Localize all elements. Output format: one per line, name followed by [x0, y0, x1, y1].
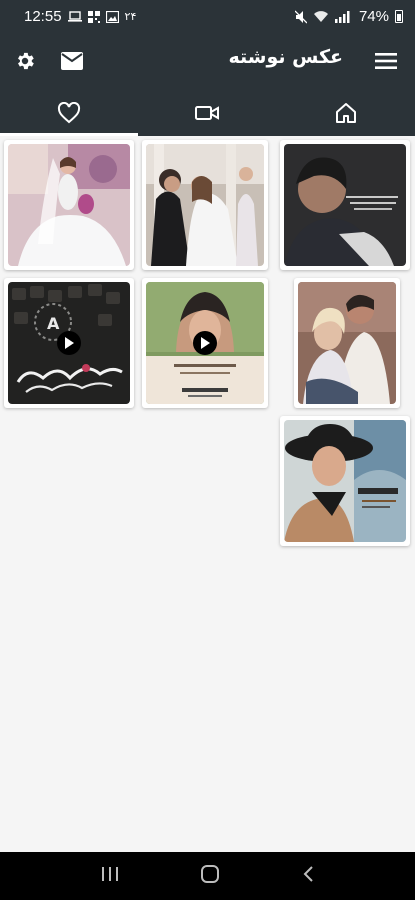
- gallery-item[interactable]: [142, 278, 268, 408]
- home-nav-button[interactable]: [200, 864, 220, 888]
- status-notif-text: ۲۴: [124, 10, 137, 23]
- woman-hat-photo: [284, 420, 406, 542]
- menu-button[interactable]: [374, 49, 398, 73]
- tab-home[interactable]: [277, 89, 415, 136]
- bride-photo: [8, 144, 130, 266]
- gear-icon: [18, 52, 34, 70]
- gallery-item[interactable]: A: [4, 278, 134, 408]
- gallery-item[interactable]: [142, 140, 268, 270]
- back-arrow-icon: [303, 866, 313, 882]
- recent-apps-icon: [102, 867, 119, 881]
- mail-icon: [61, 52, 83, 70]
- status-time: 12:55: [24, 8, 62, 25]
- video-icon: [195, 105, 220, 120]
- laptop-icon: [67, 11, 82, 22]
- settings-button[interactable]: [13, 49, 37, 73]
- home-circle-icon: [201, 865, 220, 883]
- play-icon: [57, 331, 81, 355]
- gallery-item[interactable]: [280, 140, 410, 270]
- girl-video-thumbnail: [146, 282, 264, 404]
- gallery-item[interactable]: [4, 140, 134, 270]
- wedding-couple-photo: [146, 144, 264, 266]
- svg-text:A: A: [47, 314, 60, 333]
- gallery-item[interactable]: [294, 278, 400, 408]
- battery-icon: [395, 10, 403, 23]
- battery-percent: 74%: [358, 8, 389, 25]
- wifi-icon: [313, 10, 329, 23]
- tab-videos[interactable]: [138, 89, 276, 136]
- hamburger-icon: [375, 53, 397, 69]
- calligraphy-video-thumbnail: A: [8, 282, 130, 404]
- app-title: عکس نوشته: [228, 46, 343, 68]
- mail-button[interactable]: [60, 49, 84, 73]
- gallery-item[interactable]: [280, 416, 410, 546]
- mute-icon: [294, 10, 307, 24]
- recent-apps-button[interactable]: [100, 865, 120, 887]
- qr-icon: [87, 10, 100, 23]
- tab-favorites[interactable]: [0, 89, 139, 136]
- couple-photo: [298, 282, 396, 404]
- signal-icon: [334, 10, 353, 23]
- man-portrait-photo: [284, 144, 406, 266]
- play-icon: [193, 331, 217, 355]
- status-bar: 12:55 ۲۴ 74%: [0, 0, 415, 33]
- system-nav-bar: [0, 852, 415, 900]
- heart-icon: [58, 101, 81, 123]
- back-nav-button[interactable]: [301, 865, 315, 887]
- gallery-icon: [105, 10, 119, 23]
- home-icon: [335, 102, 356, 123]
- app-bar: عکس نوشته: [0, 33, 415, 89]
- tab-bar: [0, 89, 415, 136]
